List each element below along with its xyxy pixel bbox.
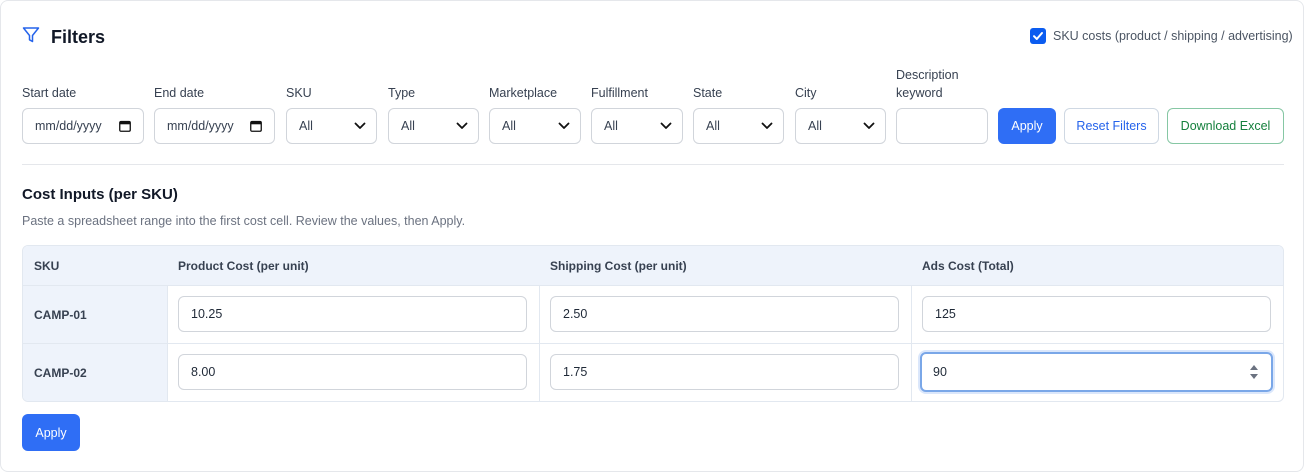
fulfillment-select-value: All — [604, 119, 618, 133]
table-header: SKU Product Cost (per unit) Shipping Cos… — [23, 246, 1283, 286]
fulfillment-select[interactable]: All — [591, 108, 683, 144]
column-header-ads-cost: Ads Cost (Total) — [922, 259, 1014, 273]
spinner-arrows-icon[interactable] — [1249, 363, 1259, 381]
product-cost-input[interactable]: 8.00 — [178, 354, 527, 390]
table-row: CAMP-02 8.00 1.75 90 — [23, 344, 1283, 401]
calendar-icon[interactable] — [250, 120, 262, 132]
type-select-value: All — [401, 119, 415, 133]
column-header-sku: SKU — [34, 259, 60, 273]
description-keyword-input[interactable] — [896, 108, 988, 144]
sku-cell: CAMP-01 — [23, 286, 167, 343]
marketplace-label: Marketplace — [489, 86, 558, 100]
sku-value: CAMP-01 — [34, 308, 87, 322]
sku-costs-checkbox[interactable] — [1030, 28, 1046, 44]
state-select-value: All — [706, 119, 720, 133]
sku-label: SKU — [286, 86, 312, 100]
funnel-icon — [22, 27, 40, 43]
marketplace-select[interactable]: All — [489, 108, 581, 144]
description-keyword-label: Description keyword — [896, 66, 959, 102]
chevron-down-icon — [558, 122, 570, 129]
cost-inputs-title: Cost Inputs (per SKU) — [22, 186, 178, 203]
ads-cost-value: 90 — [933, 365, 947, 379]
marketplace-select-value: All — [502, 119, 516, 133]
ads-cost-input[interactable]: 90 — [920, 352, 1273, 392]
sku-select-value: All — [299, 119, 313, 133]
end-date-label: End date — [154, 86, 205, 100]
table-row: CAMP-01 10.25 2.50 125 — [23, 286, 1283, 344]
sku-costs-toggle[interactable]: SKU costs (product / shipping / advertis… — [1030, 28, 1293, 44]
end-date-value: mm/dd/yyyy — [167, 119, 234, 133]
section-divider — [22, 164, 1284, 165]
cost-inputs-description: Paste a spreadsheet range into the first… — [22, 214, 466, 228]
chevron-down-icon — [761, 122, 773, 129]
apply-filters-button[interactable]: Apply — [998, 108, 1056, 144]
city-label: City — [795, 86, 817, 100]
fulfillment-label: Fulfillment — [591, 86, 648, 100]
reset-filters-button[interactable]: Reset Filters — [1064, 108, 1159, 144]
type-select[interactable]: All — [388, 108, 479, 144]
chevron-down-icon — [863, 122, 875, 129]
ads-cost-value: 125 — [935, 307, 956, 321]
end-date-input[interactable]: mm/dd/yyyy — [154, 108, 275, 144]
calendar-icon[interactable] — [119, 120, 131, 132]
chevron-down-icon — [456, 122, 468, 129]
panel-title: Filters — [51, 27, 106, 47]
shipping-cost-input[interactable]: 2.50 — [550, 296, 899, 332]
product-cost-value: 10.25 — [191, 307, 223, 321]
state-label: State — [693, 86, 723, 100]
shipping-cost-value: 1.75 — [563, 365, 588, 379]
start-date-input[interactable]: mm/dd/yyyy — [22, 108, 144, 144]
product-cost-input[interactable]: 10.25 — [178, 296, 527, 332]
chevron-down-icon — [660, 122, 672, 129]
shipping-cost-input[interactable]: 1.75 — [550, 354, 899, 390]
product-cost-value: 8.00 — [191, 365, 216, 379]
chevron-down-icon — [354, 122, 366, 129]
check-icon — [1033, 32, 1043, 40]
sku-cell: CAMP-02 — [23, 344, 167, 401]
type-label: Type — [388, 86, 416, 100]
shipping-cost-value: 2.50 — [563, 307, 588, 321]
column-header-product-cost: Product Cost (per unit) — [178, 259, 309, 273]
filters-panel: Filters SKU costs (product / shipping / … — [0, 0, 1304, 472]
download-excel-button[interactable]: Download Excel — [1167, 108, 1284, 144]
start-date-label: Start date — [22, 86, 77, 100]
sku-select[interactable]: All — [286, 108, 377, 144]
ads-cost-input[interactable]: 125 — [922, 296, 1271, 332]
column-header-shipping-cost: Shipping Cost (per unit) — [550, 259, 687, 273]
cost-inputs-table: SKU Product Cost (per unit) Shipping Cos… — [22, 245, 1284, 402]
start-date-value: mm/dd/yyyy — [35, 119, 102, 133]
city-select[interactable]: All — [795, 108, 886, 144]
city-select-value: All — [808, 119, 822, 133]
state-select[interactable]: All — [693, 108, 784, 144]
apply-costs-button[interactable]: Apply — [22, 414, 80, 451]
description-keyword-label-line2: keyword — [896, 86, 943, 100]
description-keyword-label-line1: Description — [896, 68, 959, 82]
sku-costs-label: SKU costs (product / shipping / advertis… — [1053, 29, 1293, 43]
sku-value: CAMP-02 — [34, 366, 87, 380]
